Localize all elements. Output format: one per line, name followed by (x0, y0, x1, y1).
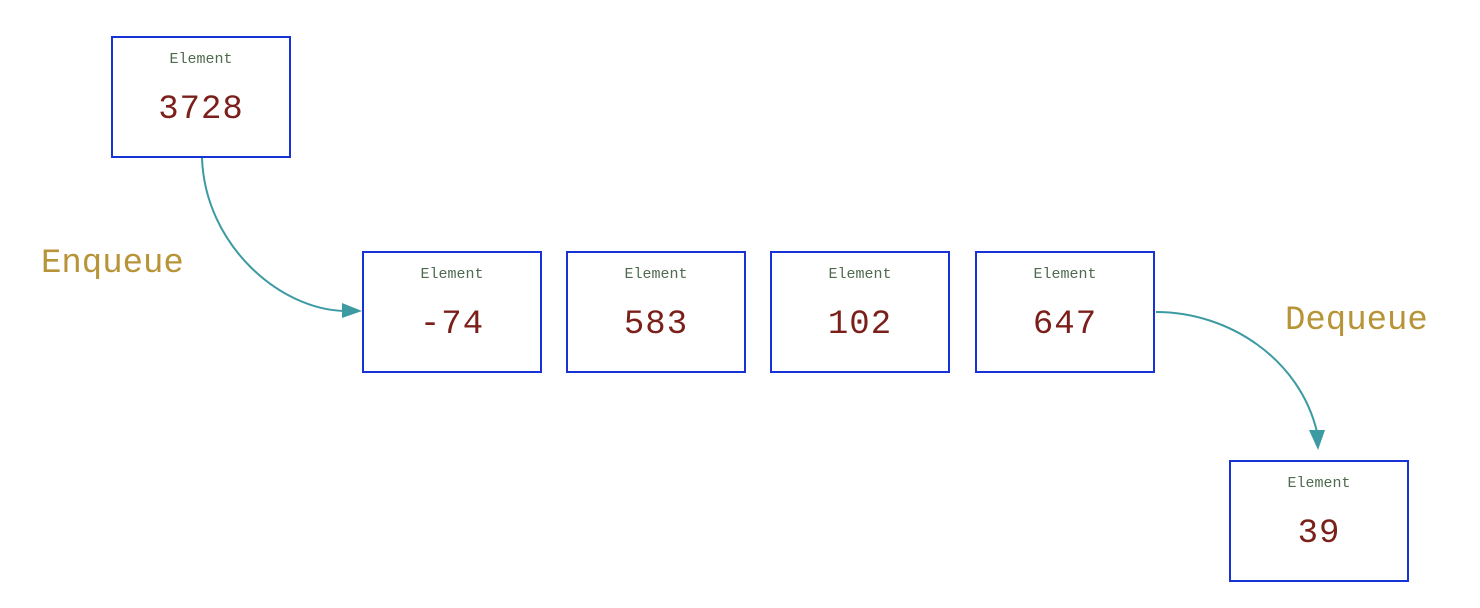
element-value: -74 (419, 306, 485, 344)
enqueue-arrowhead (342, 303, 362, 318)
enqueue-label: Enqueue (41, 245, 184, 283)
element-label: Element (1033, 266, 1097, 283)
dequeue-arrowhead (1309, 430, 1325, 450)
enqueue-arrow (201, 157, 346, 312)
element-value: 102 (827, 306, 893, 344)
dequeue-label: Dequeue (1285, 302, 1428, 340)
outgoing-element: Element 39 (1229, 460, 1409, 582)
queue-element: Element 102 (770, 251, 950, 373)
queue-element: Element 583 (566, 251, 746, 373)
element-value: 583 (623, 306, 689, 344)
queue-element: Element 647 (975, 251, 1155, 373)
element-label: Element (624, 266, 688, 283)
element-label: Element (828, 266, 892, 283)
element-value: 39 (1297, 515, 1341, 553)
element-label: Element (169, 51, 233, 68)
element-label: Element (420, 266, 484, 283)
element-label: Element (1287, 475, 1351, 492)
element-value: 647 (1032, 306, 1098, 344)
incoming-element: Element 3728 (111, 36, 291, 158)
element-value: 3728 (158, 91, 244, 129)
queue-element: Element -74 (362, 251, 542, 373)
